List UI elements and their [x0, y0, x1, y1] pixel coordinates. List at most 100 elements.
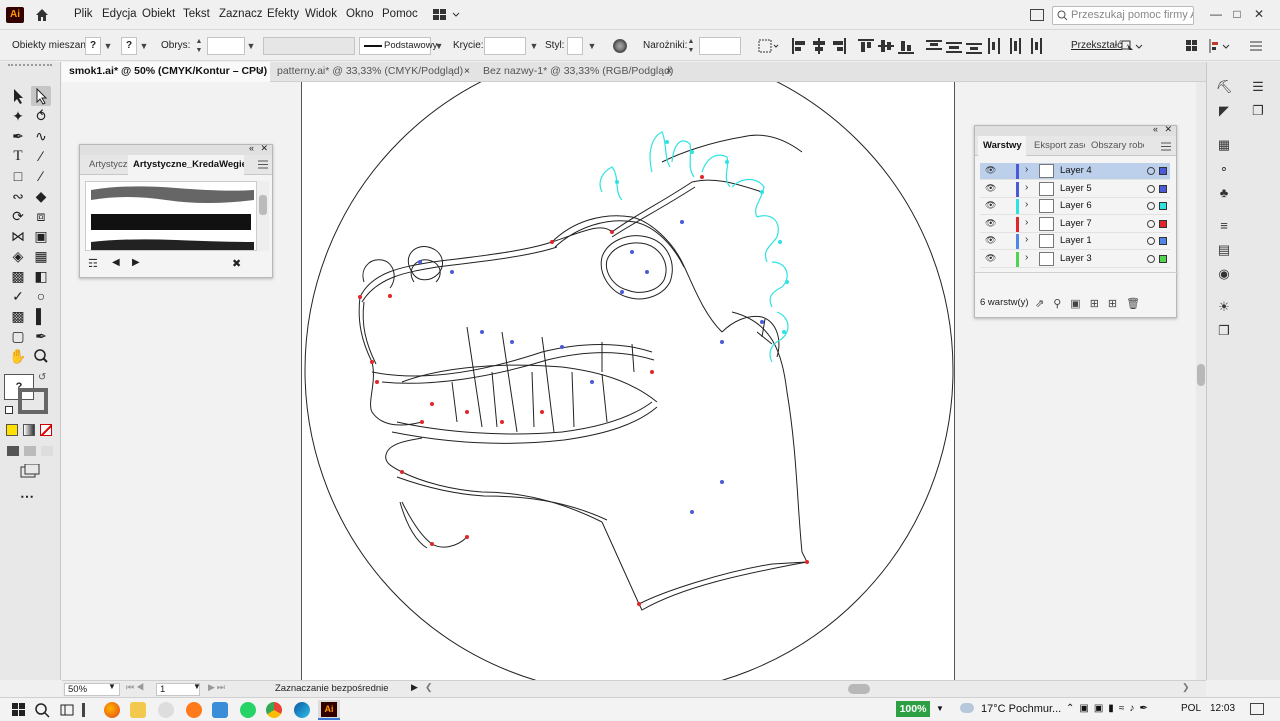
magic-wand-icon[interactable]: ✦ [8, 106, 28, 126]
tab-warstwy[interactable]: Warstwy [978, 136, 1026, 156]
panel-menu-icon[interactable] [1250, 40, 1262, 55]
layers-panel-icon[interactable]: ❐ [1215, 322, 1233, 340]
brush-list[interactable] [85, 181, 257, 251]
clipping-mask-icon[interactable]: ▣ [1070, 298, 1089, 310]
tray-app2-icon[interactable]: ▣ [1094, 703, 1108, 714]
menu-zaznacz[interactable]: Zaznacz [219, 8, 262, 20]
edit-toolbar-icon[interactable]: ⋯ [20, 488, 34, 505]
maximize-button[interactable]: □ [1228, 5, 1246, 23]
visibility-eye-icon[interactable]: 👁 [985, 218, 996, 229]
properties-icon[interactable]: ⛏ [1215, 78, 1233, 96]
search-input[interactable]: Przeszukaj pomoc firmy Adobe [1052, 6, 1194, 25]
none-mode-icon[interactable] [40, 424, 52, 436]
hand-tool-icon[interactable]: ✋ [8, 346, 28, 366]
tray-overflow-icon[interactable]: ⌃ [1066, 703, 1079, 714]
app-icon[interactable] [158, 702, 174, 718]
layer-name[interactable]: Layer 1 [1060, 235, 1092, 246]
stroke-panel-icon[interactable]: ≡ [1215, 217, 1233, 235]
expand-chevron-icon[interactable]: › [1025, 252, 1028, 263]
align-hcenter-icon[interactable] [810, 38, 828, 54]
eyedropper-icon[interactable]: ✓ [8, 286, 28, 306]
perspective-grid-icon[interactable]: ▦ [31, 246, 51, 266]
blend-tool-icon[interactable]: ○ [31, 286, 51, 306]
scroll-left-icon[interactable]: ❮ [425, 682, 433, 693]
slice-tool-icon[interactable]: ✒ [31, 326, 51, 346]
selection-indicator[interactable] [1159, 219, 1167, 228]
close-tab-icon[interactable]: × [666, 62, 672, 81]
wifi-icon[interactable]: ≈ [1119, 703, 1130, 714]
shaper-tool-icon[interactable]: ∾ [8, 186, 28, 206]
tab-eksport-zasobow[interactable]: Eksport zasobów [1029, 136, 1085, 156]
layer-name[interactable]: Layer 5 [1060, 183, 1092, 194]
close-panel-icon[interactable]: ✕ [1164, 124, 1172, 135]
fill-swatch[interactable]: ? [85, 37, 101, 55]
width-tool-icon[interactable]: ⋈ [8, 226, 28, 246]
shape-builder-icon[interactable]: ◈ [8, 246, 28, 266]
stroke-color-box[interactable] [18, 388, 48, 414]
layer-row[interactable]: 👁 › Layer 1 [980, 233, 1170, 250]
swap-colors-icon[interactable]: ↺ [38, 372, 46, 383]
selection-indicator[interactable] [1159, 202, 1167, 210]
align-vcenter-icon[interactable] [878, 38, 896, 54]
next-library-icon[interactable]: ▶ [132, 257, 140, 268]
distribute-hcenter-icon[interactable] [1006, 38, 1024, 54]
isolate-icon[interactable] [1121, 39, 1143, 56]
rotate-tool-icon[interactable]: ⟳ [8, 206, 28, 226]
layer-name[interactable]: Layer 6 [1060, 200, 1092, 211]
distribute-bottom-icon[interactable] [966, 38, 984, 54]
align-right-icon[interactable] [830, 38, 848, 54]
pen-tool-icon[interactable]: ✒ [8, 126, 28, 146]
line-tool-icon[interactable]: ∕ [31, 146, 51, 166]
tab-artystyczne[interactable]: Artystyczne [84, 155, 128, 175]
new-layer-icon[interactable]: ⊞ [1108, 298, 1126, 310]
selection-indicator[interactable] [1159, 254, 1167, 263]
visibility-eye-icon[interactable]: 👁 [985, 253, 996, 264]
symbol-sprayer-icon[interactable]: ▩ [8, 306, 28, 326]
task-view-icon[interactable] [60, 703, 74, 720]
menu-plik[interactable]: Plik [74, 8, 93, 20]
align-bottom-icon[interactable] [898, 38, 916, 54]
whatsapp-icon[interactable] [240, 702, 256, 718]
delete-layer-icon[interactable]: 🗑 [1126, 298, 1149, 310]
menu-edycja[interactable]: Edycja [102, 8, 137, 20]
last-artboard-icon[interactable]: ▶⏭ [208, 682, 227, 693]
canvas-area[interactable]: « ✕ Artystyczne Artystyczne_KredaWegiel … [62, 82, 1196, 680]
zoom-tool-icon[interactable] [31, 346, 51, 366]
minimize-button[interactable]: — [1207, 5, 1225, 23]
collapse-panel-icon[interactable]: « [249, 143, 254, 153]
default-colors-icon[interactable] [5, 406, 13, 414]
variable-width-profile[interactable] [263, 37, 355, 55]
selection-indicator[interactable] [1159, 184, 1167, 193]
corners-stepper[interactable]: ▲ ▼ [685, 37, 697, 55]
opacity-input[interactable] [484, 37, 526, 55]
clock[interactable]: 12:03 [1210, 703, 1235, 714]
recolor-artwork-icon[interactable] [613, 39, 627, 53]
type-tool-icon[interactable]: T [8, 146, 28, 166]
paintbrush-tool-icon[interactable]: ∕ [31, 166, 51, 186]
selection-indicator[interactable] [1159, 237, 1167, 245]
close-panel-icon[interactable]: ✕ [260, 143, 268, 154]
selection-tool-icon[interactable] [8, 86, 28, 106]
artboard-dropdown-icon[interactable]: ▼ [193, 682, 201, 691]
brush-library-icon[interactable]: ☶ [88, 257, 98, 270]
brush-scrollbar[interactable] [257, 181, 269, 251]
zoom-badge[interactable]: 100% [896, 701, 930, 717]
column-graph-icon[interactable]: ▌ [31, 306, 51, 326]
pinned-app-icon[interactable] [82, 703, 85, 717]
target-circle-icon[interactable] [1147, 184, 1155, 193]
tab-obszary-robocze[interactable]: Obszary robocze [1086, 136, 1144, 156]
artboard-tool-icon[interactable]: ▢ [8, 326, 28, 346]
arrange-documents-icon[interactable] [1030, 9, 1044, 21]
expand-chevron-icon[interactable]: › [1025, 182, 1028, 193]
layer-row[interactable]: 👁 › Layer 6 [980, 198, 1170, 215]
rectangle-tool-icon[interactable]: □ [8, 166, 28, 186]
search-icon[interactable] [34, 702, 50, 721]
menu-pomoc[interactable]: Pomoc [382, 8, 418, 20]
close-tab-icon[interactable]: × [258, 62, 264, 81]
tab-patterny[interactable]: patterny.ai* @ 33,33% (CMYK/Podgląd) × [270, 62, 476, 82]
expand-chevron-icon[interactable]: › [1025, 234, 1028, 245]
symbols-icon[interactable]: ♣ [1215, 184, 1233, 202]
dragon-artwork[interactable] [302, 82, 956, 680]
first-artboard-icon[interactable]: ⏮◀ [126, 682, 146, 693]
close-tab-icon[interactable]: × [464, 62, 470, 81]
